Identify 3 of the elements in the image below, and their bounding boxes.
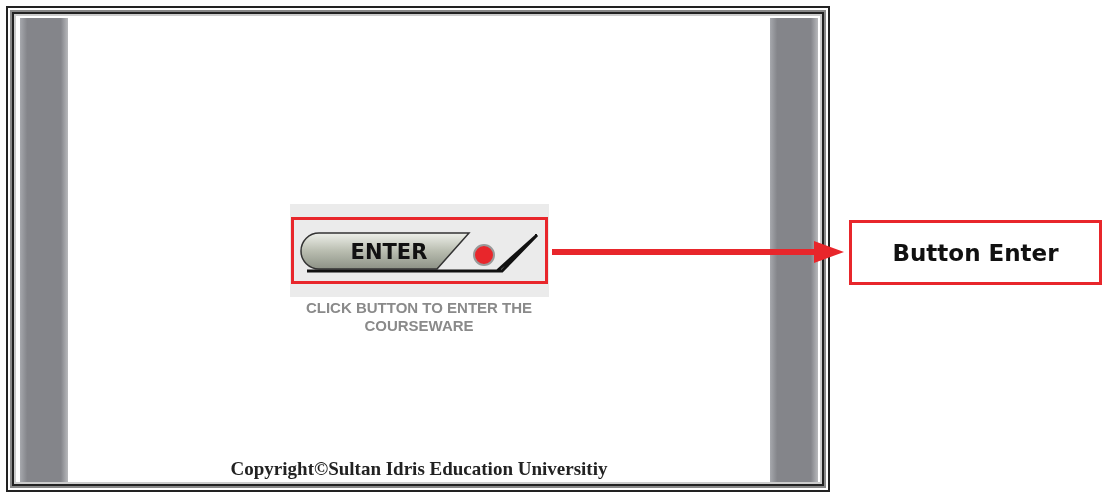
instruction-text: CLICK BUTTON TO ENTER THE COURSEWARE — [304, 299, 534, 335]
callout-label: Button Enter — [849, 220, 1102, 285]
copyright-text: Copyright©Sultan Idris Education Universitiy — [230, 458, 608, 480]
